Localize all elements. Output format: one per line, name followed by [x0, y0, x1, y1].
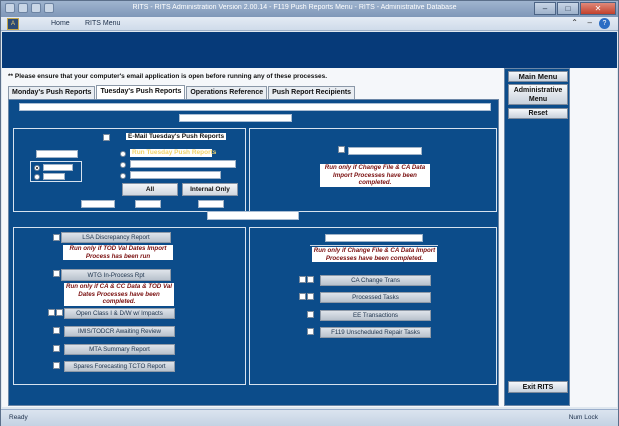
- side-menu-panel: Main Menu Administrative Menu Reset Exit…: [504, 68, 570, 406]
- f119-unscheduled-checkbox[interactable]: [307, 328, 314, 335]
- change-file-header-field: [325, 234, 423, 242]
- option-group-label: [36, 150, 78, 158]
- option-radio-4[interactable]: [120, 173, 126, 179]
- email-reports-label: E-Mail Tuesday's Push Reports: [126, 133, 227, 140]
- wtg-in-process-checkbox[interactable]: [53, 270, 60, 277]
- lsa-discrepancy-report-button[interactable]: LSA Discrepancy Report: [61, 232, 171, 243]
- import-check-label: [348, 147, 422, 155]
- mta-summary-report-button[interactable]: MTA Summary Report: [64, 344, 175, 355]
- ribbon-tab-rits-menu[interactable]: RITS Menu: [85, 20, 120, 27]
- tuesday-reports-panel: E-Mail Tuesday's Push Reports Run Tuesda…: [8, 99, 499, 406]
- tab-tuesday-push-reports[interactable]: Tuesday's Push Reports: [96, 85, 186, 99]
- open-class-checkbox-b[interactable]: [56, 309, 63, 316]
- option-field-4: [130, 171, 221, 179]
- processed-tasks-button[interactable]: Processed Tasks: [320, 292, 431, 303]
- app-window: RITS - RITS Administration Version 2.00.…: [0, 0, 619, 426]
- save-icon[interactable]: [18, 3, 28, 13]
- option-label-1: [43, 164, 73, 171]
- email-reports-frame: E-Mail Tuesday's Push Reports Run Tuesda…: [13, 128, 246, 212]
- redo-icon[interactable]: [44, 3, 54, 13]
- minimize-button[interactable]: –: [534, 2, 556, 15]
- spares-forecasting-checkbox[interactable]: [53, 362, 60, 369]
- header-bar: [19, 103, 491, 111]
- import-warning-text: Run only if Change File & CA Data Import…: [320, 164, 430, 187]
- imis-todcr-review-button[interactable]: IMIS/TODCR Awaiting Review: [64, 326, 175, 337]
- run-tuesday-label: Run Tuesday Push Reports: [130, 149, 217, 157]
- tab-monday-push-reports[interactable]: Monday's Push Reports: [8, 86, 96, 99]
- ee-transactions-checkbox[interactable]: [307, 311, 314, 318]
- option-field-3: [130, 160, 236, 168]
- status-text: Ready: [9, 414, 28, 421]
- ribbon: A Home RITS Menu ⌃ – ?: [1, 17, 618, 31]
- ribbon-tab-home[interactable]: Home: [51, 20, 70, 27]
- ca-change-checkbox-a[interactable]: [299, 276, 306, 283]
- open-class-checkbox-a[interactable]: [48, 309, 55, 316]
- processed-tasks-checkbox-a[interactable]: [299, 293, 306, 300]
- email-notice: ** Please ensure that your computer's em…: [8, 73, 328, 80]
- num-lock-indicator: Num Lock: [568, 414, 598, 421]
- ee-transactions-button[interactable]: EE Transactions: [320, 310, 431, 321]
- section-header-bar: [179, 114, 292, 122]
- f119-unscheduled-repair-button[interactable]: F119 Unscheduled Repair Tasks: [320, 327, 431, 338]
- internal-only-button[interactable]: Internal Only: [182, 183, 238, 196]
- window-title: RITS - RITS Administration Version 2.00.…: [132, 4, 457, 11]
- status-field-2: [135, 200, 161, 208]
- help-icon[interactable]: ?: [599, 18, 610, 29]
- divider: [310, 245, 438, 246]
- window-controls: – □ ✕: [534, 2, 616, 15]
- main-menu-button[interactable]: Main Menu: [508, 71, 568, 82]
- email-reports-checkbox[interactable]: [103, 134, 110, 141]
- office-button-icon[interactable]: A: [7, 18, 19, 30]
- status-bar: Ready Num Lock: [1, 409, 618, 426]
- wtg-warning-text: Run only if CA & CC Data & TOD Val Dates…: [64, 283, 174, 306]
- all-button[interactable]: All: [122, 183, 178, 196]
- lsa-warning-text: Run only if TOD Val Dates Import Process…: [63, 245, 173, 260]
- title-bar: RITS - RITS Administration Version 2.00.…: [1, 1, 618, 17]
- import-check-frame: Run only if Change File & CA Data Import…: [249, 128, 497, 212]
- mta-summary-checkbox[interactable]: [53, 345, 60, 352]
- option-radio-2[interactable]: [34, 174, 40, 180]
- option-radio-3[interactable]: [120, 162, 126, 168]
- run-tuesday-radio[interactable]: [120, 151, 126, 157]
- app-icon[interactable]: [5, 3, 15, 13]
- wtg-in-process-report-button[interactable]: WTG In-Process Rpt: [61, 269, 171, 281]
- ribbon-expand-icon[interactable]: ⌃: [571, 18, 578, 27]
- ca-change-trans-button[interactable]: CA Change Trans: [320, 275, 431, 286]
- reset-button[interactable]: Reset: [508, 108, 568, 119]
- header-banner: [2, 32, 617, 68]
- tab-operations-reference[interactable]: Operations Reference: [186, 86, 268, 99]
- ribbon-minimize-icon[interactable]: –: [588, 18, 592, 27]
- quick-access-toolbar: [5, 3, 54, 13]
- tab-strip: Monday's Push Reports Tuesday's Push Rep…: [8, 85, 356, 99]
- option-group-frame: [30, 161, 82, 182]
- individual-reports-frame: LSA Discrepancy Report Run only if TOD V…: [13, 227, 246, 385]
- ca-change-checkbox-b[interactable]: [307, 276, 314, 283]
- option-radio-1[interactable]: [34, 165, 40, 171]
- section-header-bar-2: [207, 211, 299, 220]
- spares-forecasting-report-button[interactable]: Spares Forecasting TCTO Report: [64, 361, 175, 372]
- tab-push-report-recipients[interactable]: Push Report Recipients: [268, 86, 356, 99]
- restore-button[interactable]: □: [557, 2, 579, 15]
- exit-rits-button[interactable]: Exit RITS: [508, 381, 568, 393]
- import-check-checkbox[interactable]: [338, 146, 345, 153]
- close-button[interactable]: ✕: [580, 2, 616, 15]
- change-file-warning-text: Run only if Change File & CA Data Import…: [312, 247, 437, 262]
- open-class-impacts-button[interactable]: Open Class I & D/W w/ Impacts: [64, 308, 175, 319]
- status-field-3: [198, 200, 224, 208]
- change-file-reports-frame: Run only if Change File & CA Data Import…: [249, 227, 497, 385]
- lsa-discrepancy-checkbox[interactable]: [53, 234, 60, 241]
- imis-todcr-checkbox[interactable]: [53, 327, 60, 334]
- processed-tasks-checkbox-b[interactable]: [307, 293, 314, 300]
- administrative-menu-button[interactable]: Administrative Menu: [508, 84, 568, 105]
- option-label-2: [43, 173, 65, 180]
- undo-icon[interactable]: [31, 3, 41, 13]
- status-field-1: [81, 200, 115, 208]
